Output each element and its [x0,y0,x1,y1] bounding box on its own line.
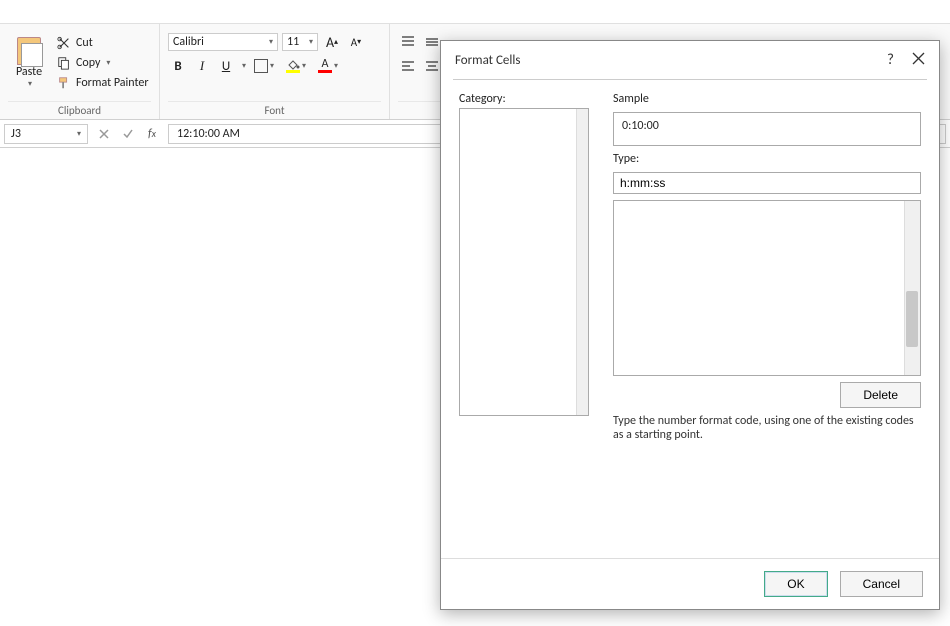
underline-button[interactable]: U [216,56,236,76]
chevron-down-icon: ▾ [309,37,313,47]
format-listbox[interactable] [613,200,921,376]
menu-bar [0,0,950,24]
paste-button[interactable]: Paste ▾ [8,28,50,98]
ok-button[interactable]: OK [764,571,827,597]
chevron-down-icon: ▾ [334,61,338,71]
group-title-font: Font [168,101,381,117]
type-input[interactable] [613,172,921,194]
help-text: Type the number format code, using one o… [613,414,921,442]
sample-box: 0:10:00 [613,112,921,146]
name-box[interactable]: J3 ▾ [4,124,88,144]
italic-button[interactable]: I [192,56,212,76]
chevron-down-icon: ▾ [242,61,246,71]
scrollbar[interactable] [904,201,920,375]
align-center-button[interactable] [422,56,442,76]
format-painter-button[interactable]: Format Painter [56,75,149,91]
help-icon[interactable]: ? [887,51,894,69]
bucket-icon [286,59,300,73]
format-cells-dialog: Format Cells ? Category: Sample 0:10:00 … [440,40,940,610]
font-size-value: 11 [287,35,299,49]
group-title-clipboard: Clipboard [8,101,151,117]
paintbrush-icon [56,75,72,91]
scrollbar-thumb[interactable] [906,291,918,347]
group-font: Calibri ▾ 11 ▾ A▴ A▾ B I U ▾ ▾ [160,24,390,119]
formula-value: 12:10:00 AM [177,127,240,141]
cut-button[interactable]: Cut [56,35,149,51]
sample-label: Sample [613,92,921,106]
align-top-button[interactable] [398,32,418,52]
scrollbar[interactable] [576,109,588,415]
cancel-formula-button[interactable] [92,124,116,144]
bold-button[interactable]: B [168,56,188,76]
shrink-font-button[interactable]: A▾ [346,32,366,52]
cut-label: Cut [76,36,93,50]
chevron-down-icon: ▾ [302,61,306,71]
chevron-down-icon: ▾ [270,61,274,71]
chevron-down-icon: ▾ [269,37,273,47]
copy-label: Copy [76,56,100,70]
font-color-icon: A [318,59,332,73]
type-label: Type: [613,152,921,166]
category-listbox[interactable] [459,108,589,416]
font-name-value: Calibri [173,35,204,49]
fill-color-button[interactable]: ▾ [282,56,310,76]
align-left-button[interactable] [398,56,418,76]
paste-icon [17,37,41,65]
copy-button[interactable]: Copy ▾ [56,55,149,71]
dialog-title: Format Cells [455,53,520,68]
delete-button[interactable]: Delete [840,382,921,408]
paste-label: Paste [16,65,42,79]
painter-label: Format Painter [76,76,149,90]
chevron-down-icon: ▾ [106,58,110,68]
chevron-down-icon: ▾ [77,129,81,139]
enter-formula-button[interactable] [116,124,140,144]
close-icon[interactable] [912,52,925,69]
grow-font-button[interactable]: A▴ [322,32,342,52]
font-size-combo[interactable]: 11 ▾ [282,33,318,51]
group-clipboard: Paste ▾ Cut Copy ▾ [0,24,160,119]
scissors-icon [56,35,72,51]
chevron-down-icon: ▾ [28,79,32,89]
border-icon [254,59,268,73]
font-color-button[interactable]: A ▾ [314,56,342,76]
font-name-combo[interactable]: Calibri ▾ [168,33,278,51]
border-button[interactable]: ▾ [250,56,278,76]
copy-icon [56,55,72,71]
sample-value: 0:10:00 [622,119,659,133]
cell-reference: J3 [11,127,21,141]
category-label: Category: [459,92,589,106]
fx-button[interactable]: fx [140,124,164,144]
cancel-button[interactable]: Cancel [840,571,923,597]
align-middle-button[interactable] [422,32,442,52]
